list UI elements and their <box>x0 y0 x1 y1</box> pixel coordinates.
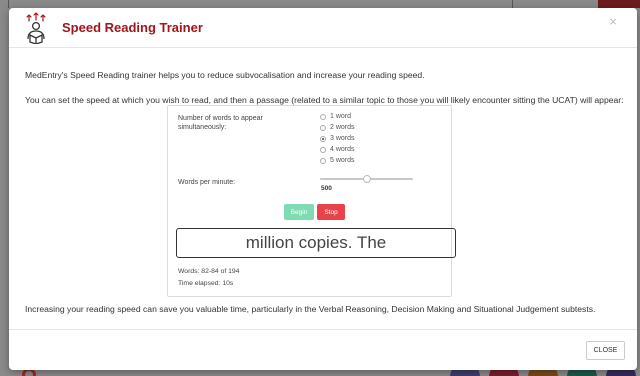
modal-title: Speed Reading Trainer <box>62 20 203 35</box>
radio-icon[interactable] <box>320 157 326 164</box>
radio-label: 1 word <box>330 113 352 120</box>
radio-label: 3 words <box>330 135 355 142</box>
begin-button[interactable]: Begin <box>284 204 314 220</box>
wpm-slider[interactable] <box>320 175 413 183</box>
radio-icon[interactable] <box>320 113 326 120</box>
wpm-label: Words per minute: <box>178 179 236 186</box>
background-divider <box>512 0 513 8</box>
background-accent <box>598 0 640 8</box>
intro-paragraph: You can set the speed at which you wish … <box>25 95 624 105</box>
modal-header: Speed Reading Trainer × <box>9 8 637 48</box>
words-count-label: Number of words to appear simultaneously… <box>178 115 263 131</box>
radio-icon[interactable] <box>320 146 326 153</box>
radio-label: 4 words <box>330 146 355 153</box>
word-display: million copies. The <box>176 228 456 258</box>
wpm-value: 500 <box>321 185 332 192</box>
radio-option-1-word[interactable]: 1 word <box>320 112 351 121</box>
radio-checked-icon[interactable] <box>320 135 326 142</box>
close-button[interactable]: CLOSE <box>586 341 625 360</box>
radio-icon[interactable] <box>320 124 326 131</box>
radio-option-5-words[interactable]: 5 words <box>320 156 355 165</box>
radio-label: 2 words <box>330 124 355 131</box>
background-divider <box>8 0 9 8</box>
trainer-panel: Number of words to appear simultaneously… <box>167 105 456 297</box>
speed-reading-logo-icon <box>26 12 46 44</box>
words-progress: Words: 82-84 of 194 <box>178 268 240 275</box>
modal-footer: CLOSE <box>9 329 637 370</box>
stop-button[interactable]: Stop <box>317 204 345 220</box>
radio-label: 5 words <box>330 157 355 164</box>
slider-handle[interactable] <box>362 175 371 183</box>
radio-option-4-words[interactable]: 4 words <box>320 145 355 154</box>
close-icon[interactable]: × <box>609 14 617 29</box>
speed-reading-modal: Speed Reading Trainer × MedEntry's Speed… <box>9 8 637 370</box>
outro-paragraph: Increasing your reading speed can save y… <box>25 304 596 314</box>
radio-option-2-words[interactable]: 2 words <box>320 123 355 132</box>
radio-option-3-words[interactable]: 3 words <box>320 134 355 143</box>
time-elapsed: Time elapsed: 10s <box>178 280 234 287</box>
intro-paragraph: MedEntry's Speed Reading trainer helps y… <box>25 70 425 80</box>
